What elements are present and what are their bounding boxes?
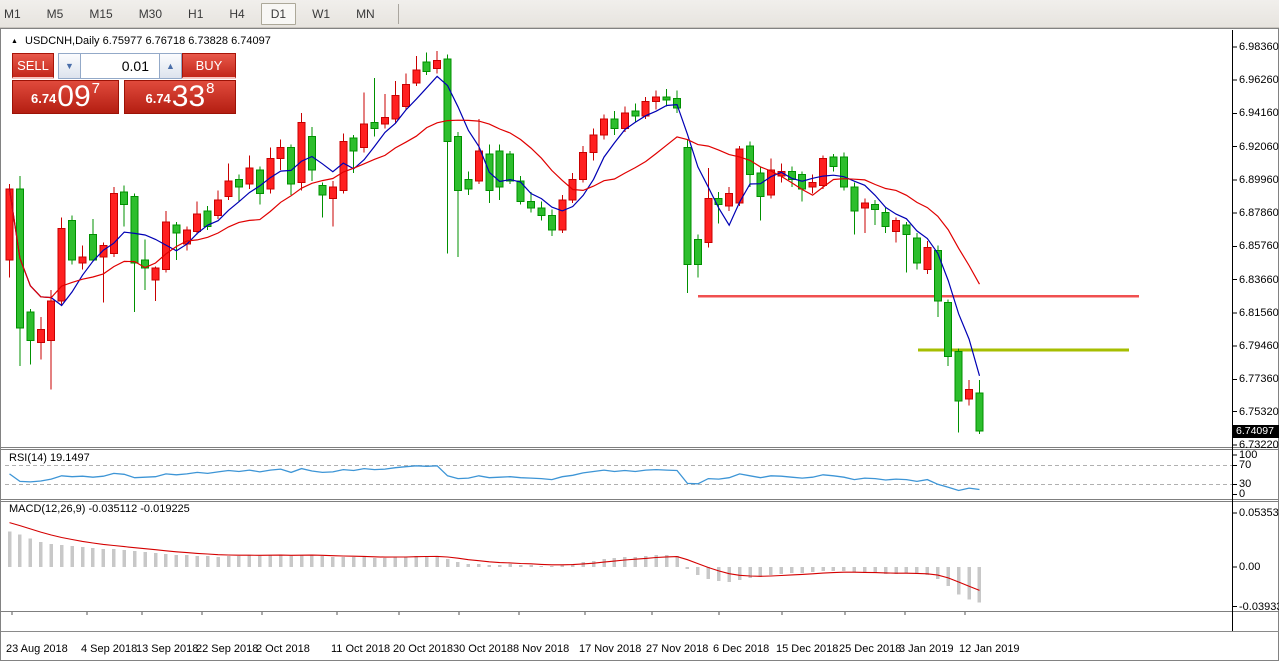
date-axis-label: 20 Oct 2018 bbox=[393, 643, 453, 655]
price-axis-label: 6.79460 bbox=[1239, 340, 1279, 352]
macd-axis-label: -0.039333 bbox=[1239, 601, 1279, 613]
price-axis-label: 6.75320 bbox=[1239, 406, 1279, 418]
chart-title: ▲ USDCNH,Daily 6.75977 6.76718 6.73828 6… bbox=[11, 35, 271, 47]
rsi-axis-label: 0 bbox=[1239, 488, 1245, 500]
buy-button[interactable]: BUY bbox=[182, 53, 236, 79]
chart-window: ▲ USDCNH,Daily 6.75977 6.76718 6.73828 6… bbox=[0, 28, 1279, 661]
date-axis-label: 2 Oct 2018 bbox=[256, 643, 310, 655]
sell-price-box[interactable]: 6.74 09 7 bbox=[12, 80, 119, 114]
macd-axis-label: 0.00 bbox=[1239, 561, 1260, 573]
timeframe-mn-button[interactable]: MN bbox=[346, 3, 385, 25]
timeframe-m15-button[interactable]: M15 bbox=[79, 3, 122, 25]
macd-axis-label: 0.053532 bbox=[1239, 507, 1279, 519]
toolbar-separator bbox=[398, 4, 399, 24]
buy-price-pip: 8 bbox=[206, 80, 214, 97]
sell-price-main: 09 bbox=[57, 84, 90, 110]
timeframe-m1-button[interactable]: M1 bbox=[0, 3, 31, 25]
date-axis-label: 22 Sep 2018 bbox=[196, 643, 258, 655]
date-axis-label: 27 Nov 2018 bbox=[646, 643, 708, 655]
volume-increase-button[interactable]: ▲ bbox=[159, 53, 182, 79]
current-price-tag: 6.74097 bbox=[1233, 425, 1279, 438]
sell-price-prefix: 6.74 bbox=[31, 91, 56, 106]
date-axis-label: 3 Jan 2019 bbox=[899, 643, 953, 655]
timeframe-h1-button[interactable]: H1 bbox=[178, 3, 213, 25]
price-axis-label: 6.98360 bbox=[1239, 41, 1279, 53]
price-axis-label: 6.87860 bbox=[1239, 207, 1279, 219]
price-axis-label: 6.89960 bbox=[1239, 174, 1279, 186]
timeframe-h4-button[interactable]: H4 bbox=[219, 3, 254, 25]
timeframe-w1-button[interactable]: W1 bbox=[302, 3, 340, 25]
ohlc-values: 6.75977 6.76718 6.73828 6.74097 bbox=[103, 35, 271, 47]
price-axis-label: 6.81560 bbox=[1239, 307, 1279, 319]
date-axis-label: 23 Aug 2018 bbox=[6, 643, 68, 655]
terminal-frame: M1 M5M15 M30 H1 H4 D1 W1 MN ▲ USDCNH,Daily 6.75… bbox=[0, 0, 1279, 661]
sell-button[interactable]: SELL bbox=[12, 53, 54, 79]
price-axis-label: 6.83660 bbox=[1239, 274, 1279, 286]
date-axis-label: 4 Sep 2018 bbox=[81, 643, 137, 655]
rsi-axis-label: 70 bbox=[1239, 459, 1251, 471]
date-axis-label: 12 Jan 2019 bbox=[959, 643, 1020, 655]
sell-price-pip: 7 bbox=[92, 80, 100, 97]
date-axis-label: 15 Dec 2018 bbox=[776, 643, 838, 655]
volume-decrease-button[interactable]: ▼ bbox=[58, 53, 81, 79]
buy-price-box[interactable]: 6.74 33 8 bbox=[124, 80, 236, 114]
date-axis-label: 13 Sep 2018 bbox=[136, 643, 198, 655]
timeframe-d1-button[interactable]: D1 bbox=[261, 3, 296, 25]
price-axis-label: 6.96260 bbox=[1239, 74, 1279, 86]
symbol-label: USDCNH,Daily bbox=[25, 35, 100, 47]
buy-price-prefix: 6.74 bbox=[145, 91, 170, 106]
date-axis-label: 25 Dec 2018 bbox=[839, 643, 901, 655]
timeframe-m30-button[interactable]: M30 bbox=[129, 3, 172, 25]
price-axis-label: 6.92060 bbox=[1239, 141, 1279, 153]
buy-price-main: 33 bbox=[172, 84, 205, 110]
date-axis-label: 17 Nov 2018 bbox=[579, 643, 641, 655]
date-axis-label: 6 Dec 2018 bbox=[713, 643, 769, 655]
date-axis-label: 11 Oct 2018 bbox=[331, 643, 390, 655]
volume-input[interactable] bbox=[81, 53, 159, 79]
price-axis-label: 6.77360 bbox=[1239, 373, 1279, 385]
timeframe-toolbar: M1 M5M15 M30 H1 H4 D1 W1 MN bbox=[0, 0, 1279, 28]
price-axis-label: 6.94160 bbox=[1239, 107, 1279, 119]
price-axis-label: 6.85760 bbox=[1239, 240, 1279, 252]
rsi-label: RSI(14) 19.1497 bbox=[9, 452, 90, 464]
collapse-arrow-icon[interactable]: ▲ bbox=[11, 38, 18, 45]
date-axis-label: 30 Oct 2018 bbox=[453, 643, 513, 655]
timeframe-m5-button[interactable]: M5 bbox=[37, 3, 74, 25]
macd-label: MACD(12,26,9) -0.035112 -0.019225 bbox=[9, 503, 190, 515]
date-axis-label: 8 Nov 2018 bbox=[513, 643, 569, 655]
